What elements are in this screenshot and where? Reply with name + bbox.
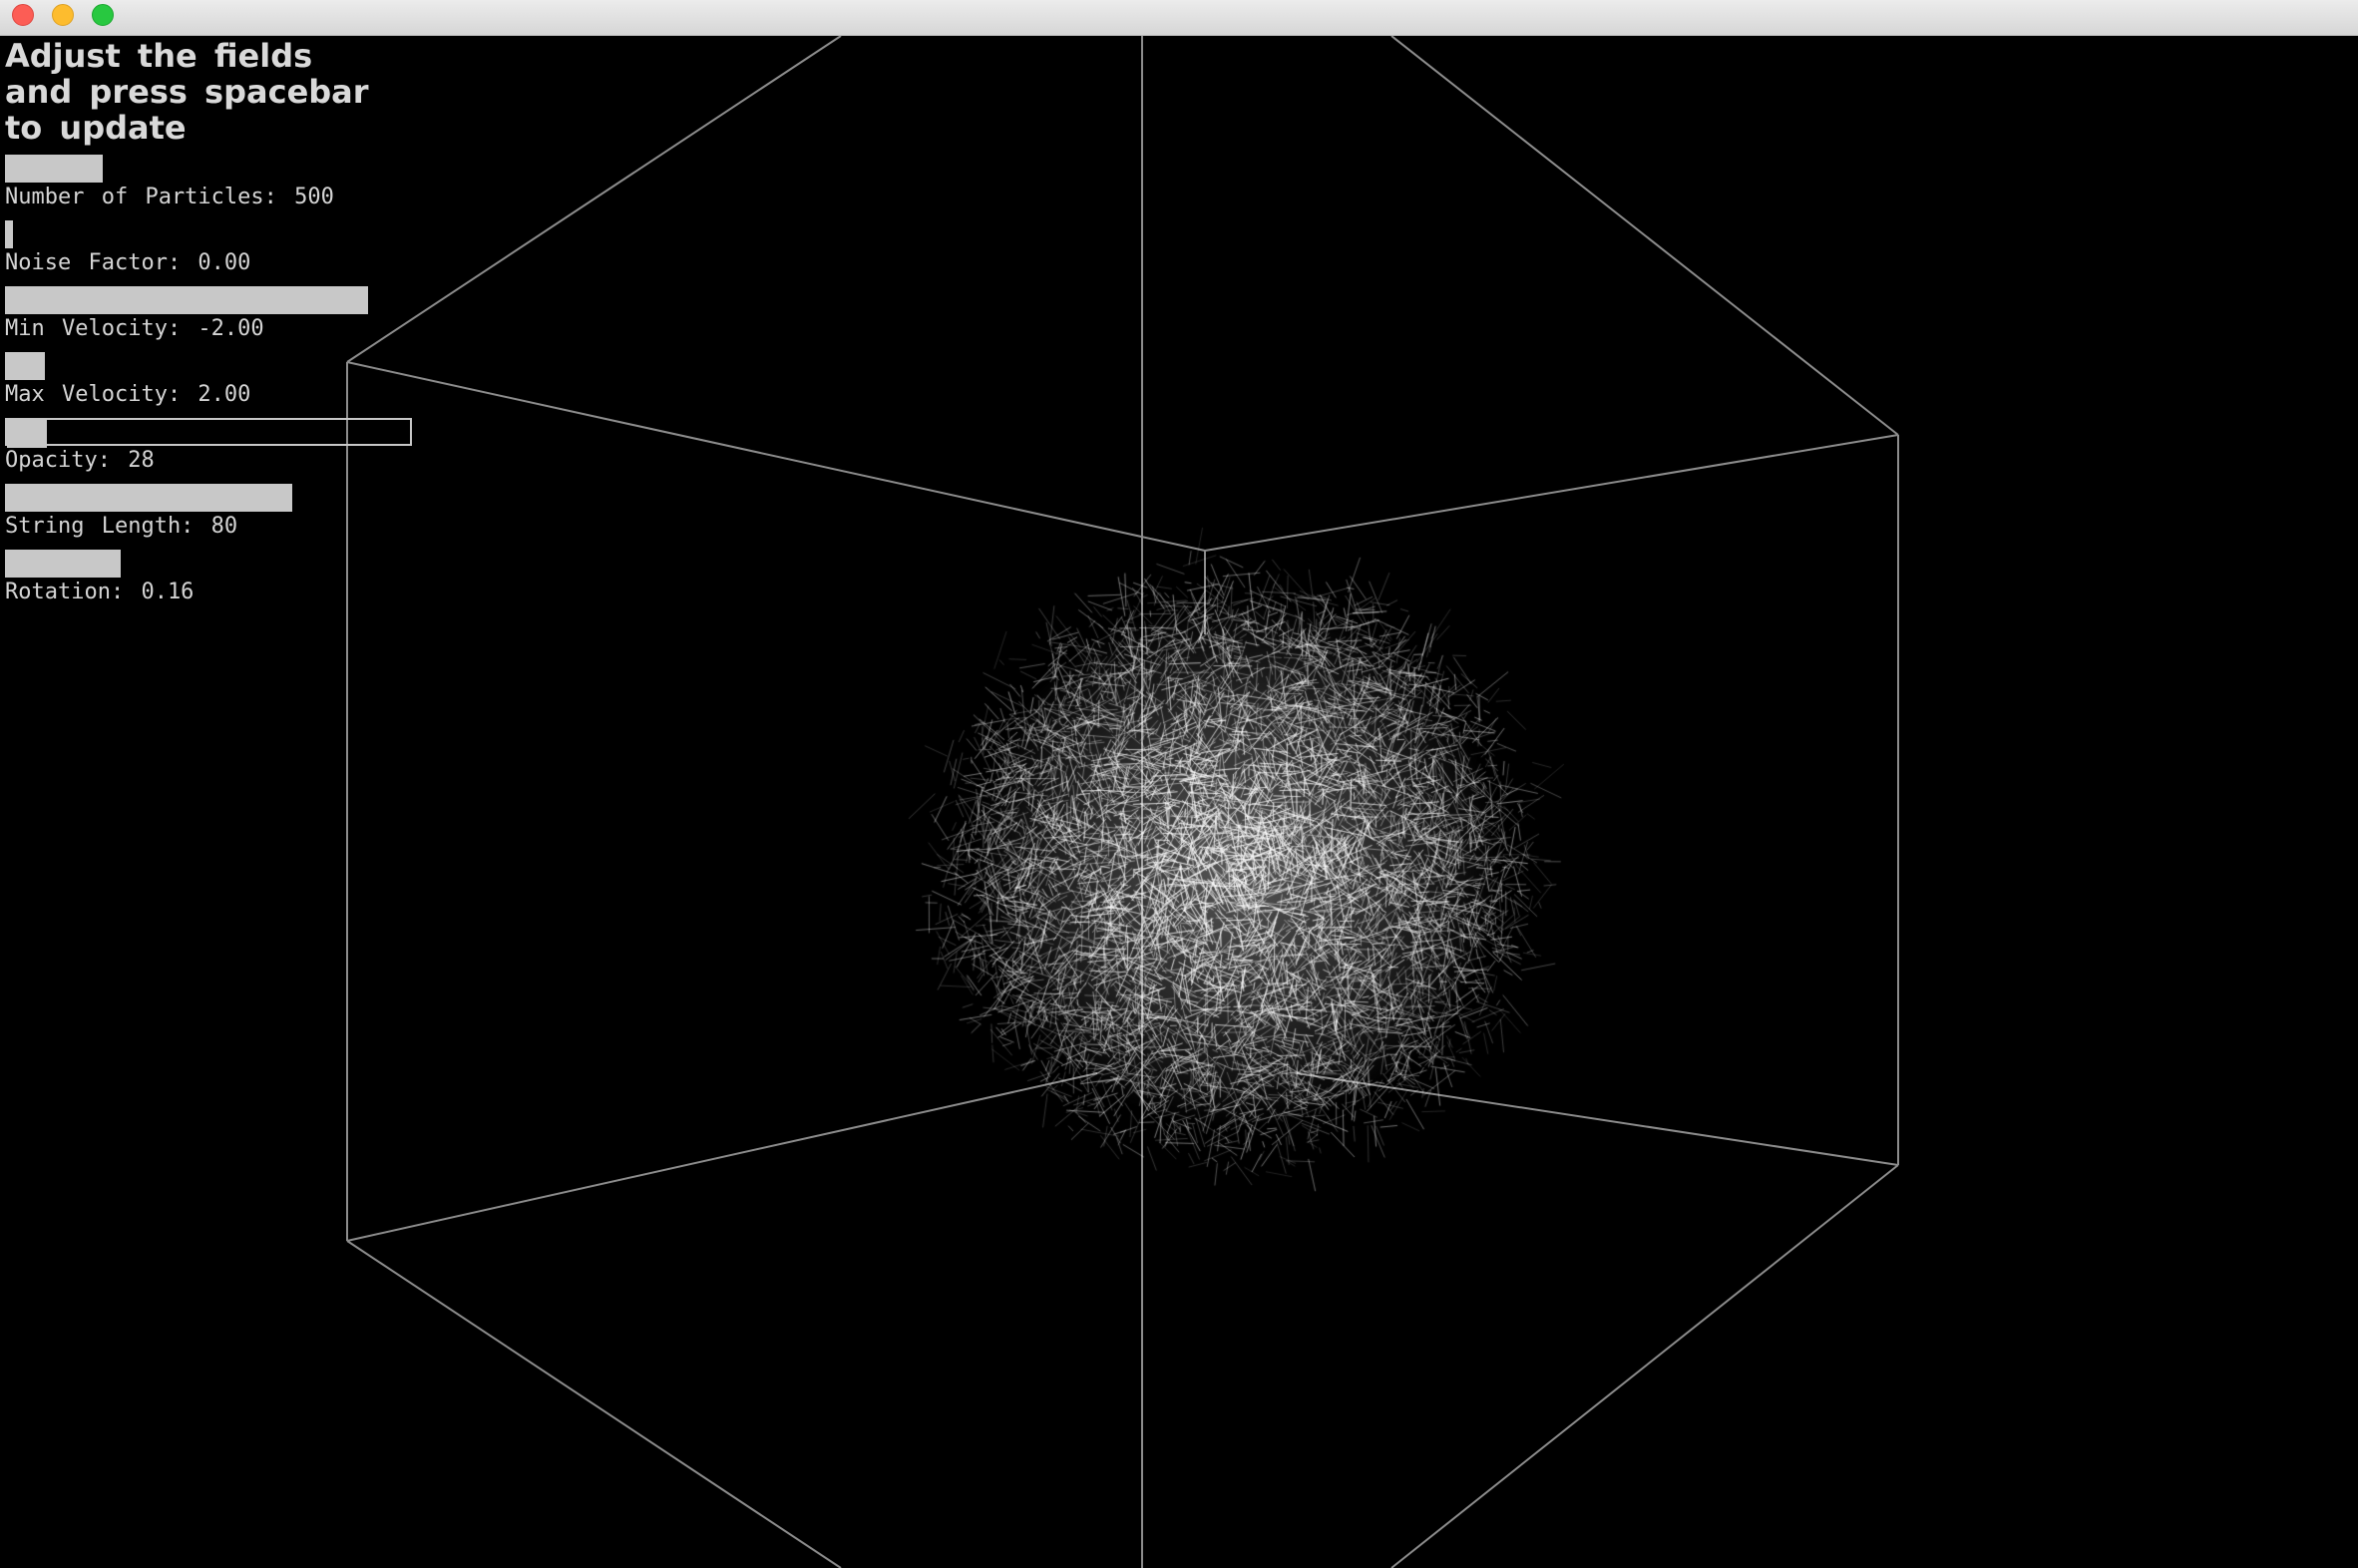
min-velocity-slider[interactable] xyxy=(5,286,368,314)
rotation-slider-fill xyxy=(5,550,121,578)
max-velocity-slider[interactable] xyxy=(5,352,368,380)
control-panel: Adjust the fields and press spacebar to … xyxy=(5,38,424,615)
string-length-label: String Length: 80 xyxy=(5,514,238,539)
number-of-particles-control: Number of Particles: 500 xyxy=(5,155,424,220)
max-velocity-slider-fill xyxy=(5,352,45,380)
number-of-particles-slider[interactable] xyxy=(5,155,368,183)
maximize-window-button[interactable] xyxy=(92,4,114,26)
opacity-control: Opacity: 28 xyxy=(5,418,424,484)
opacity-label: Opacity: 28 xyxy=(5,448,155,473)
min-velocity-control: Min Velocity: -2.00 xyxy=(5,286,424,352)
max-velocity-control: Max Velocity: 2.00 xyxy=(5,352,424,418)
min-velocity-slider-fill xyxy=(5,286,368,314)
string-length-control: String Length: 80 xyxy=(5,484,424,550)
number-of-particles-label: Number of Particles: 500 xyxy=(5,185,334,209)
noise-factor-control: Noise Factor: 0.00 xyxy=(5,220,424,286)
close-window-button[interactable] xyxy=(12,4,34,26)
opacity-slider-fill xyxy=(7,420,47,448)
rotation-control: Rotation: 0.16 xyxy=(5,550,424,615)
min-velocity-label: Min Velocity: -2.00 xyxy=(5,316,264,341)
noise-factor-label: Noise Factor: 0.00 xyxy=(5,250,251,275)
rotation-slider[interactable] xyxy=(5,550,368,578)
window-titlebar xyxy=(0,0,2358,36)
string-length-slider[interactable] xyxy=(5,484,368,512)
number-of-particles-slider-fill xyxy=(5,155,103,183)
string-length-slider-fill xyxy=(5,484,292,512)
max-velocity-label: Max Velocity: 2.00 xyxy=(5,382,251,407)
instructions-text: Adjust the fields and press spacebar to … xyxy=(5,37,369,147)
minimize-window-button[interactable] xyxy=(52,4,74,26)
noise-factor-slider[interactable] xyxy=(5,220,368,248)
noise-factor-slider-fill xyxy=(5,220,13,248)
opacity-slider[interactable] xyxy=(5,418,412,448)
rotation-label: Rotation: 0.16 xyxy=(5,580,195,604)
